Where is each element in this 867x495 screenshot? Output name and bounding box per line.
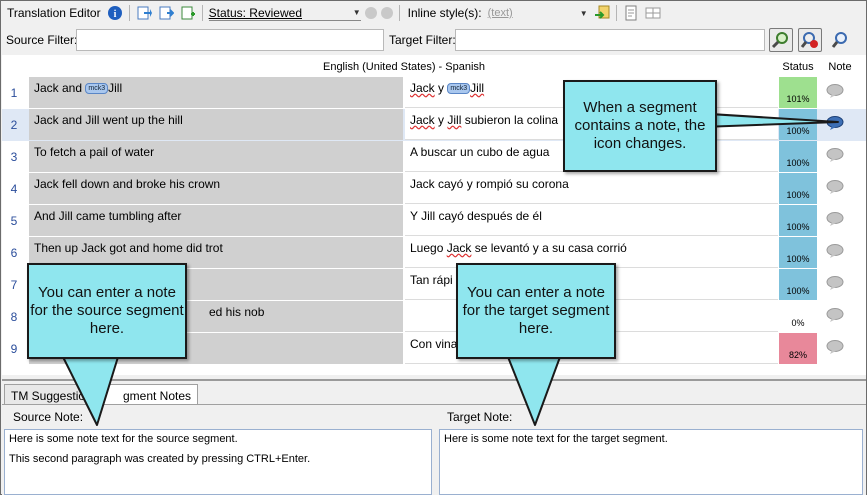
target-note-callout: You can enter a note for the target segm… — [456, 263, 616, 359]
source-note-callout: You can enter a note for the source segm… — [27, 263, 187, 359]
segment-note-callout: When a segment contains a note, the icon… — [563, 80, 717, 172]
callout-pointers — [62, 104, 839, 426]
